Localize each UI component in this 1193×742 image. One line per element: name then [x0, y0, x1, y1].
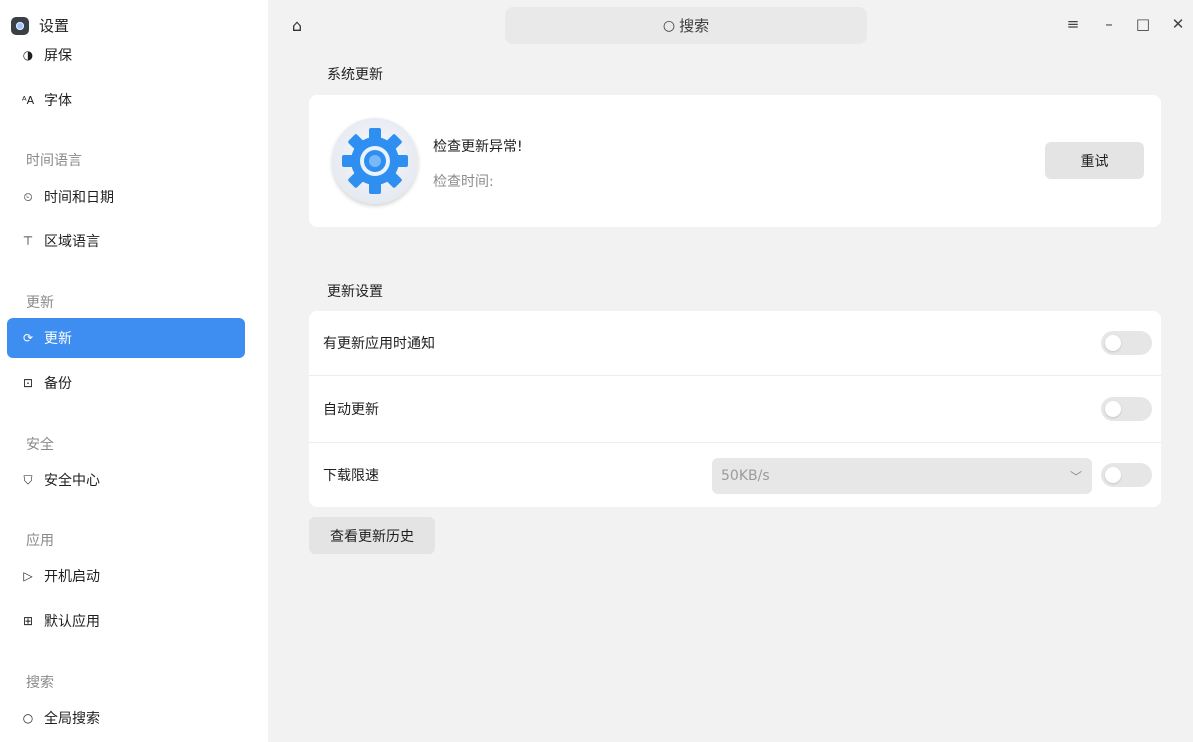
auto-update-row: 自动更新	[309, 376, 1161, 442]
sidebar-group-security: 安全	[26, 437, 54, 453]
maximize-icon: □	[1135, 15, 1151, 33]
view-update-history-button[interactable]: 查看更新历史	[309, 517, 435, 554]
search-input[interactable]: ○ 搜索	[505, 7, 867, 44]
close-icon: ✕	[1171, 15, 1185, 33]
system-update-card: 检查更新异常! 检查时间: 重试	[309, 95, 1161, 227]
sidebar-item-datetime[interactable]: ⏲ 时间和日期	[7, 177, 245, 217]
sidebar-item-font[interactable]: ᴬA 字体	[7, 80, 245, 120]
refresh-icon: ⟳	[22, 331, 34, 345]
close-button[interactable]: ✕	[1168, 14, 1188, 34]
sidebar-item-label: 安全中心	[44, 473, 100, 489]
sidebar-group-update: 更新	[26, 295, 54, 311]
speed-limit-row: 下载限速 50KB/s ﹀	[309, 443, 1161, 507]
sidebar-item-label: 字体	[44, 93, 72, 109]
auto-update-label: 自动更新	[323, 402, 379, 418]
speed-limit-select[interactable]: 50KB/s ﹀	[712, 458, 1092, 494]
search-placeholder: 搜索	[679, 17, 710, 35]
notify-toggle[interactable]	[1101, 331, 1152, 355]
home-icon: ⌂	[291, 15, 303, 35]
sidebar-item-default-apps[interactable]: ⊞ 默认应用	[7, 601, 245, 641]
search-icon: ○	[662, 17, 676, 34]
screensaver-icon: ◑	[22, 48, 34, 62]
clock-icon: ⏲	[23, 190, 33, 204]
app-title: 设置	[39, 17, 70, 35]
speed-limit-label: 下载限速	[323, 468, 379, 484]
minimize-icon: –	[1105, 15, 1113, 33]
auto-update-toggle[interactable]	[1101, 397, 1152, 421]
speed-limit-value: 50KB/s	[721, 468, 770, 484]
menu-button[interactable]: ≡	[1063, 14, 1083, 34]
sidebar-group-apps: 应用	[26, 533, 54, 549]
update-settings-card: 有更新应用时通知 自动更新 下载限速 50KB/s ﹀	[309, 311, 1161, 507]
check-time-label: 检查时间:	[433, 174, 494, 190]
sidebar-item-security-center[interactable]: ⛉ 安全中心	[7, 460, 245, 500]
sidebar-item-global-search[interactable]: ○ 全局搜索	[7, 698, 245, 738]
sidebar-item-region-language[interactable]: ⊤ 区域语言	[7, 221, 245, 261]
sidebar-item-label: 全局搜索	[44, 711, 100, 727]
update-gear-icon	[332, 118, 418, 204]
chevron-down-icon: ﹀	[1069, 470, 1082, 484]
sidebar-group-time-language: 时间语言	[26, 153, 82, 169]
settings-app-icon	[11, 16, 29, 35]
search-icon: ○	[22, 711, 34, 725]
system-update-title: 系统更新	[327, 67, 383, 83]
sidebar-item-label: 时间和日期	[44, 190, 114, 206]
app-header: 设置	[11, 15, 69, 36]
titlebar: ⌂ ○ 搜索 ≡ – □ ✕	[268, 0, 1193, 52]
minimize-button[interactable]: –	[1099, 14, 1119, 34]
maximize-button[interactable]: □	[1133, 14, 1153, 34]
notify-label: 有更新应用时通知	[323, 336, 435, 352]
sidebar-item-startup[interactable]: ▷ 开机启动	[7, 556, 245, 596]
font-icon: ᴬA	[21, 93, 35, 107]
update-status-text: 检查更新异常!	[433, 139, 523, 155]
shield-icon: ⛉	[23, 473, 33, 487]
menu-icon: ≡	[1066, 15, 1080, 33]
backup-icon: ⊡	[22, 376, 34, 390]
speed-limit-toggle[interactable]	[1101, 463, 1152, 487]
sidebar-item-update[interactable]: ⟳ 更新	[7, 318, 245, 358]
update-settings-title: 更新设置	[327, 284, 383, 300]
sidebar-item-label: 屏保	[44, 48, 72, 64]
grid-apps-icon: ⊞	[22, 614, 34, 628]
sidebar-item-label: 备份	[44, 376, 72, 392]
retry-button[interactable]: 重试	[1045, 142, 1144, 179]
home-button[interactable]: ⌂	[286, 14, 308, 36]
sidebar-item-screensaver[interactable]: ◑ 屏保	[7, 35, 245, 75]
region-language-icon: ⊤	[22, 234, 34, 248]
startup-icon: ▷	[23, 569, 33, 583]
sidebar-item-label: 默认应用	[44, 614, 100, 630]
notify-row: 有更新应用时通知	[309, 311, 1161, 375]
sidebar: 设置 ◑ 屏保 ᴬA 字体 时间语言 ⏲ 时间和日期 ⊤ 区域语言 更新 ⟳ 更…	[0, 0, 268, 742]
sidebar-item-label: 开机启动	[44, 569, 100, 585]
sidebar-item-label: 区域语言	[44, 234, 100, 250]
sidebar-item-backup[interactable]: ⊡ 备份	[7, 363, 245, 403]
sidebar-group-search: 搜索	[26, 675, 54, 691]
sidebar-item-label: 更新	[44, 331, 72, 347]
